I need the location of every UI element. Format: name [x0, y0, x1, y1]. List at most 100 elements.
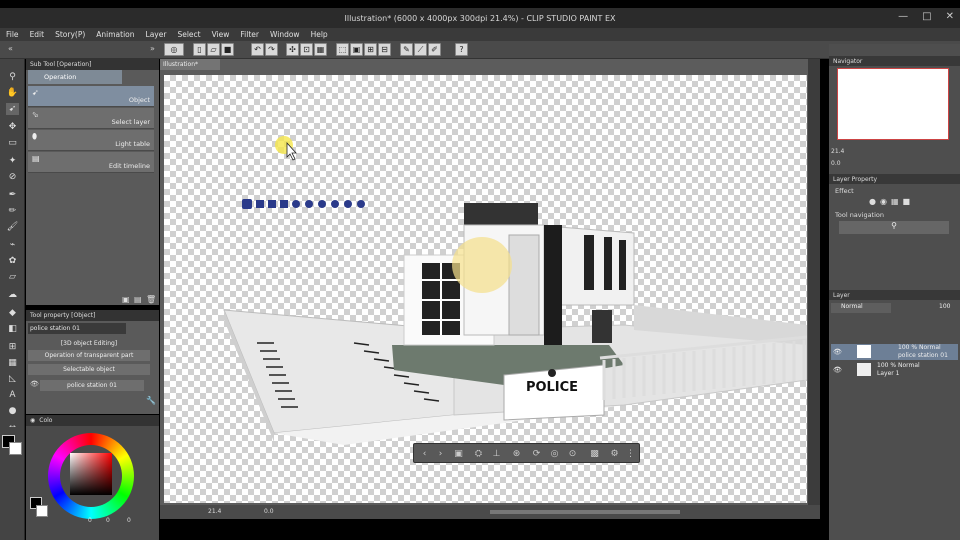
tool-navigation-button[interactable]: ⚲ [839, 221, 949, 234]
status-zoom[interactable]: 21.4 [208, 508, 221, 515]
navigator-zoom[interactable]: 21.4 [831, 148, 844, 155]
zoom-tool-icon[interactable]: ⚲ [6, 71, 19, 83]
sub-tool-group-tab[interactable]: Operation [28, 70, 122, 84]
layer-row-layer-1[interactable]: 👁 100 % Normal Layer 1 [831, 362, 958, 378]
new-file-icon[interactable]: ▯ [193, 43, 206, 56]
crop-icon[interactable]: ⊞ [364, 43, 377, 56]
ruler-snap-icon[interactable]: ✎ [400, 43, 413, 56]
layer-row-police-station[interactable]: 👁 100 % Normal police station 01 [831, 344, 958, 360]
navigator-angle[interactable]: 0.0 [831, 160, 841, 167]
copy-subtool-icon[interactable]: ▤ [134, 295, 142, 304]
prev-icon[interactable]: ‹ [418, 447, 431, 460]
eyedropper-icon[interactable]: ⊘ [6, 171, 19, 183]
eye-icon[interactable]: 👁 [30, 380, 39, 388]
auto-select-icon[interactable]: ✦ [6, 155, 19, 167]
delete-subtool-icon[interactable]: 🗑 [146, 295, 156, 304]
expand-right-icon[interactable]: » [150, 44, 155, 53]
undo-icon[interactable]: ↶ [251, 43, 264, 56]
effect-icons[interactable]: ● ◉ ▦ ■ [869, 197, 910, 206]
opacity-value[interactable]: 100 [939, 303, 950, 310]
minimize-button[interactable]: — [898, 11, 908, 22]
frame-tool-icon[interactable]: ▦ [6, 357, 19, 369]
invert-selection-icon[interactable]: ▣ [350, 43, 363, 56]
add-subtool-icon[interactable]: ▣ [122, 295, 130, 304]
reset-effect-icon[interactable]: ■ [903, 197, 911, 206]
border-effect-icon[interactable]: ● [869, 197, 876, 206]
object-launcher-icons[interactable] [242, 199, 365, 209]
fill-icon[interactable]: ▦ [314, 43, 327, 56]
collapse-left-icon[interactable]: « [8, 44, 13, 53]
navigator-preview[interactable] [837, 68, 949, 140]
status-angle[interactable]: 0.0 [264, 508, 274, 515]
reset-icon[interactable]: ◎ [548, 447, 561, 460]
help-icon[interactable]: ? [455, 43, 468, 56]
decoration-tool-icon[interactable]: ✿ [6, 255, 19, 267]
sub-tool-select-layer[interactable]: ⬂ Select layer [28, 108, 154, 129]
background-color-swatch[interactable] [36, 505, 48, 517]
clip-studio-icon[interactable]: ◎ [164, 43, 184, 56]
menu-layer[interactable]: Layer [146, 30, 167, 39]
deselect-icon[interactable]: ⬚ [336, 43, 349, 56]
menu-help[interactable]: Help [311, 30, 328, 39]
camera-icon[interactable]: ⛭ [472, 447, 485, 460]
menu-window[interactable]: Window [270, 30, 300, 39]
special-ruler-icon[interactable]: ⟋ [414, 43, 427, 56]
eye-icon[interactable]: 👁 [833, 366, 842, 374]
menu-edit[interactable]: Edit [30, 30, 45, 39]
sub-tool-light-table[interactable]: ⬮ Light table [28, 130, 154, 151]
transform-icon[interactable]: ✣ [286, 43, 299, 56]
operation-tool-icon[interactable]: ➹ [6, 103, 19, 115]
menu-view[interactable]: View [212, 30, 230, 39]
clear-icon[interactable]: ⊡ [300, 43, 313, 56]
move-layer-icon[interactable]: ✥ [6, 121, 19, 133]
select-icon[interactable]: ▣ [452, 447, 465, 460]
more-icon[interactable]: ⋮ [624, 447, 637, 460]
tone-icon[interactable]: ▦ [891, 197, 899, 206]
menu-story[interactable]: Story(P) [55, 30, 85, 39]
horizontal-scrollbar[interactable] [490, 510, 680, 514]
layer-color-icon[interactable]: ◉ [880, 197, 887, 206]
eraser-tool-icon[interactable]: ▱ [6, 271, 19, 283]
eye-icon[interactable]: 👁 [833, 348, 842, 356]
wrench-icon[interactable]: 🔧 [146, 396, 156, 405]
figure-tool-icon[interactable]: ⊞ [6, 341, 19, 353]
settings-icon[interactable]: ⚙ [608, 447, 621, 460]
open-file-icon[interactable]: ▱ [207, 43, 220, 56]
saturation-value-square[interactable] [70, 453, 112, 495]
object-name-field[interactable]: police station 01 [28, 323, 126, 334]
next-icon[interactable]: › [434, 447, 447, 460]
selection-tool-icon[interactable]: ▭ [6, 137, 19, 149]
lock-icon[interactable]: ⊙ [566, 447, 579, 460]
object-list-item[interactable]: police station 01 [40, 380, 144, 391]
balloon-tool-icon[interactable]: ● [6, 405, 19, 417]
airbrush-tool-icon[interactable]: ⌁ [6, 239, 19, 251]
close-button[interactable]: ✕ [946, 11, 954, 22]
color-tab-label[interactable]: Colo [39, 417, 52, 424]
document-tab[interactable]: Illustration* [160, 59, 220, 70]
correction-tool-icon[interactable]: ⥎ [6, 421, 19, 433]
save-icon[interactable]: ■ [221, 43, 234, 56]
select-all-icon[interactable]: ⊟ [378, 43, 391, 56]
redo-icon[interactable]: ↷ [265, 43, 278, 56]
sub-color-swatch[interactable] [9, 442, 22, 455]
canvas[interactable]: POLICE [164, 75, 808, 503]
rotate-icon[interactable]: ⟳ [530, 447, 543, 460]
menu-select[interactable]: Select [177, 30, 200, 39]
texture-icon[interactable]: ▩ [588, 447, 601, 460]
hand-tool-icon[interactable]: ✋ [6, 87, 19, 99]
gradient-tool-icon[interactable]: ◧ [6, 323, 19, 335]
blend-mode-dropdown[interactable]: Normal [831, 303, 891, 313]
transparent-part-dropdown[interactable]: Operation of transparent part [28, 350, 150, 361]
pencil-tool-icon[interactable]: ✏ [6, 205, 19, 217]
menu-file[interactable]: File [6, 30, 19, 39]
pose-icon[interactable]: ⊛ [510, 447, 523, 460]
selectable-object-dropdown[interactable]: Selectable object [28, 364, 150, 375]
grid-snap-icon[interactable]: ✐ [428, 43, 441, 56]
sub-tool-edit-timeline[interactable]: ▤ Edit timeline [28, 152, 154, 173]
maximize-button[interactable]: □ [922, 11, 931, 22]
fill-tool-icon[interactable]: ◆ [6, 307, 19, 319]
brush-tool-icon[interactable]: 🖌 [6, 221, 19, 233]
ruler-tool-icon[interactable]: ◺ [6, 373, 19, 385]
menu-filter[interactable]: Filter [240, 30, 259, 39]
menu-animation[interactable]: Animation [96, 30, 134, 39]
